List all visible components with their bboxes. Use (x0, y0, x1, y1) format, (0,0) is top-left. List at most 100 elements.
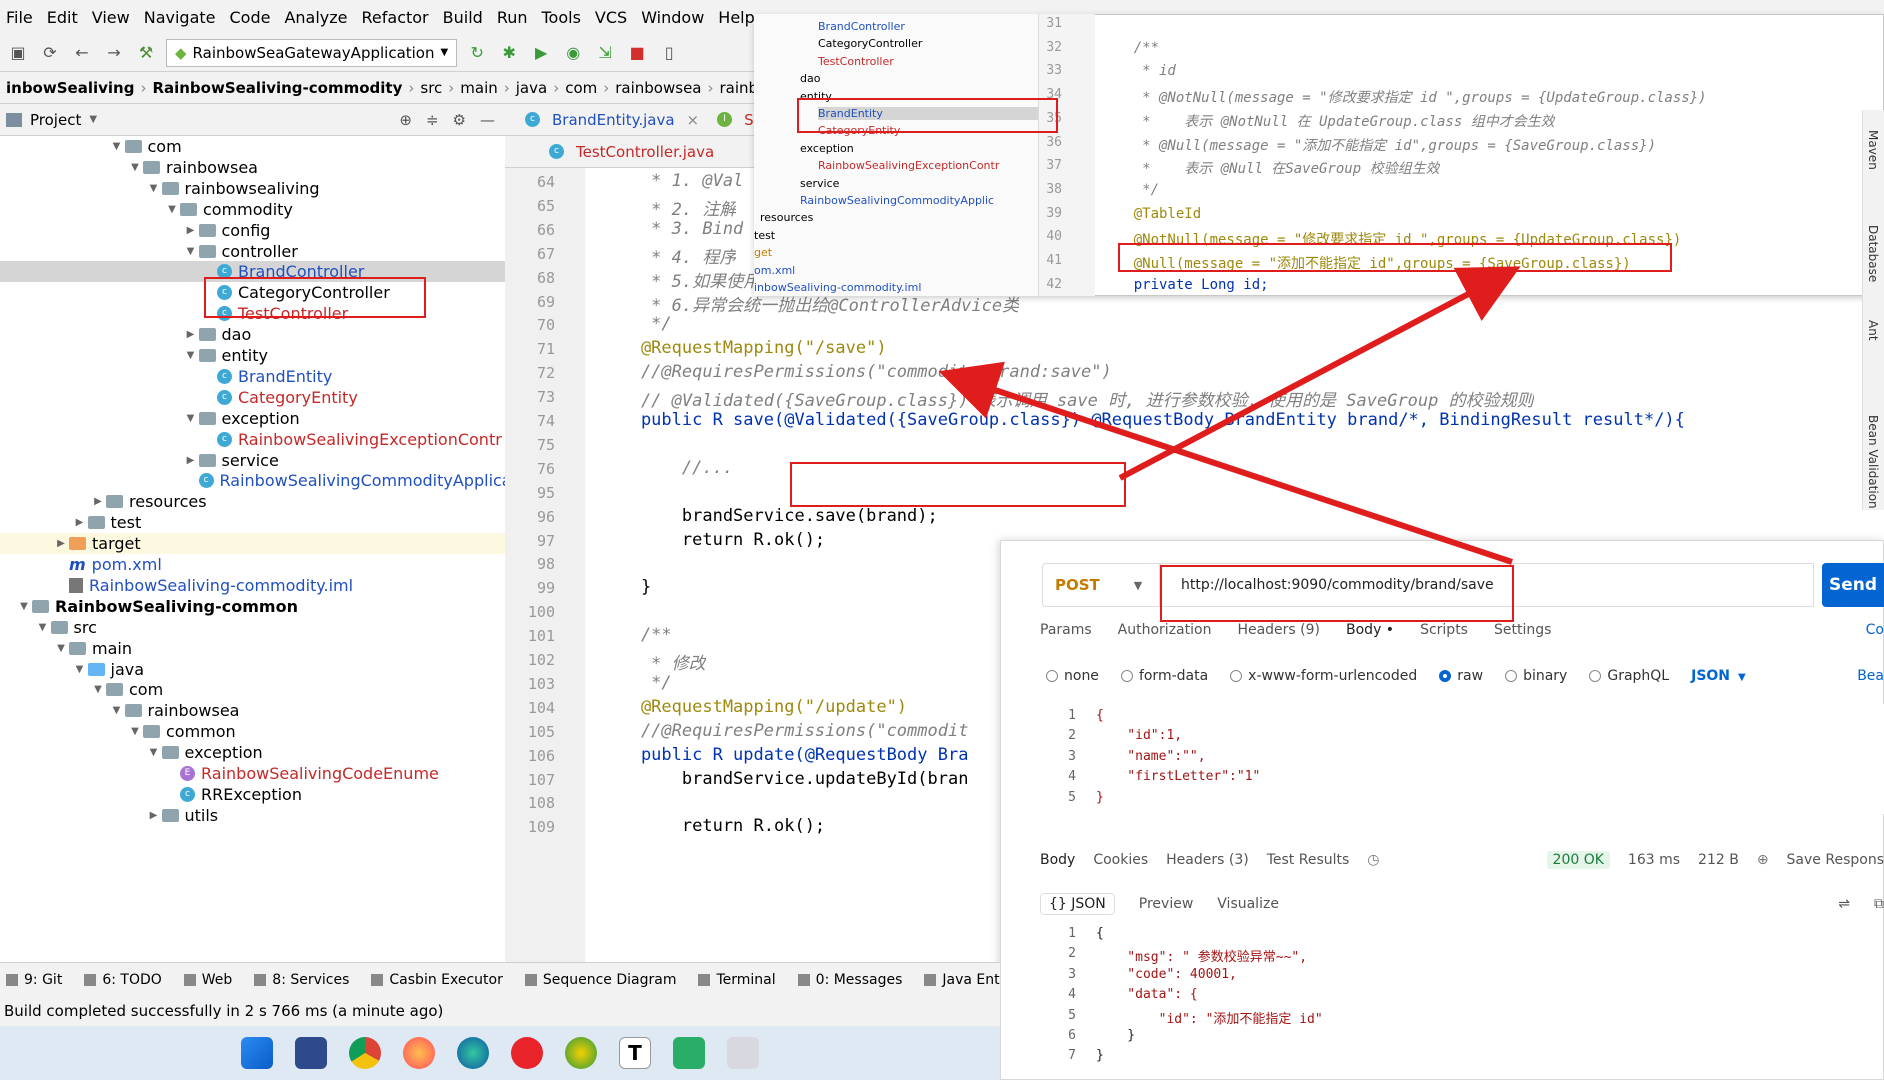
chevron-right-icon[interactable]: ▶ (183, 329, 199, 340)
chevron-down-icon[interactable]: ▼ (183, 350, 199, 361)
tree-item[interactable]: ▼ src (35, 617, 97, 638)
profile-icon[interactable]: ◉ (561, 41, 585, 65)
right-tool-bean-validation[interactable]: Bean Validation (1866, 415, 1880, 509)
tree-item[interactable]: ▼ commodity (164, 199, 293, 220)
breadcrumb-item[interactable]: rainbowsea (609, 79, 707, 97)
chevron-right-icon[interactable]: ▶ (53, 538, 69, 549)
tool-window-button[interactable]: Terminal (698, 972, 776, 988)
tree-item[interactable]: c BrandEntity (201, 366, 332, 387)
response-tab[interactable]: Test Results (1267, 852, 1350, 868)
popup-tree-item[interactable]: RainbowSealivingCommodityApplic (800, 194, 994, 207)
right-tool-maven[interactable]: Maven (1866, 130, 1880, 170)
menu-item-tools[interactable]: Tools (542, 8, 581, 27)
response-view-2[interactable]: Visualize (1217, 896, 1279, 912)
tool-window-button[interactable]: 6: TODO (84, 972, 162, 988)
chevron-down-icon[interactable]: ▼ (109, 705, 125, 716)
weibo-icon[interactable] (511, 1037, 543, 1069)
project-panel-title[interactable]: Project (30, 111, 81, 129)
tab-test-controller[interactable]: c TestController.java (549, 143, 714, 161)
request-tab[interactable]: Settings (1494, 622, 1551, 646)
send-button[interactable]: Send (1822, 563, 1884, 607)
body-type-option[interactable]: raw (1439, 668, 1483, 684)
save-response-button[interactable]: Save Respons (1787, 852, 1884, 868)
body-type-option[interactable]: x-www-form-urlencoded (1230, 668, 1417, 684)
menu-item-refactor[interactable]: Refactor (362, 8, 429, 27)
tree-item[interactable]: ▼ RainbowSealiving-common (16, 596, 298, 617)
minimize-icon[interactable]: — (480, 111, 495, 129)
chevron-down-icon[interactable]: ▼ (35, 622, 51, 633)
tool-window-button[interactable]: Casbin Executor (371, 972, 503, 988)
locate-icon[interactable]: ⊕ (399, 111, 412, 129)
menu-item-code[interactable]: Code (230, 8, 271, 27)
menu-item-file[interactable]: File (6, 8, 33, 27)
tree-item[interactable]: ▼ exception (146, 742, 263, 763)
tree-item[interactable]: ▶ service (183, 450, 279, 471)
chevron-down-icon[interactable]: ▼ (109, 141, 125, 152)
chevron-down-icon[interactable]: ▼ (127, 162, 143, 173)
chevron-right-icon[interactable]: ▶ (72, 517, 88, 528)
response-view-1[interactable]: Preview (1139, 896, 1194, 912)
breadcrumb-item[interactable]: java (510, 79, 553, 97)
tree-item[interactable]: RainbowSealiving-commodity.iml (53, 575, 353, 596)
chevron-down-icon[interactable]: ▼ (183, 246, 199, 257)
tree-item[interactable]: ▶ dao (183, 324, 252, 345)
tree-item[interactable]: ▼ rainbowsea (127, 157, 258, 178)
close-icon[interactable]: × (687, 111, 700, 129)
chevron-right-icon[interactable]: ▶ (183, 225, 199, 236)
tree-item[interactable]: ▶ config (183, 220, 271, 241)
chevron-down-icon[interactable]: ▼ (72, 664, 88, 675)
chevron-down-icon[interactable]: ▼ (90, 684, 106, 695)
tree-item[interactable]: ▶ test (72, 512, 142, 533)
popup-tree-item[interactable]: test (754, 229, 775, 242)
menu-item-analyze[interactable]: Analyze (284, 8, 347, 27)
request-tab[interactable]: Params (1040, 622, 1092, 646)
chevron-down-icon[interactable]: ▼ (53, 643, 69, 654)
tree-item[interactable]: ▶ utils (146, 805, 219, 826)
http-method-select[interactable]: POST ▼ (1042, 563, 1160, 607)
chevron-right-icon[interactable]: ▶ (183, 455, 199, 466)
menu-item-vcs[interactable]: VCS (595, 8, 627, 27)
popup-tree-item[interactable]: BrandController (818, 20, 905, 33)
breadcrumb-item[interactable]: src (414, 79, 448, 97)
chevron-right-icon[interactable]: ▶ (146, 810, 162, 821)
popup-tree-item[interactable]: service (800, 177, 839, 190)
tree-item[interactable]: ▼ exception (183, 408, 300, 429)
chevron-right-icon[interactable]: ▶ (90, 496, 106, 507)
coverage-icon[interactable]: ▶ (529, 41, 553, 65)
body-type-option[interactable]: GraphQL (1589, 668, 1669, 684)
breadcrumb-item[interactable]: RainbowSealiving-commodity (146, 79, 408, 97)
back-icon[interactable]: ← (70, 41, 94, 65)
menu-item-edit[interactable]: Edit (47, 8, 78, 27)
chevron-down-icon[interactable]: ▼ (183, 413, 199, 424)
breadcrumb-item[interactable]: main (454, 79, 503, 97)
right-tool-ant[interactable]: Ant (1866, 320, 1880, 341)
notes-icon[interactable] (727, 1037, 759, 1069)
tool-window-button[interactable]: Web (183, 972, 232, 988)
tree-item[interactable]: ▼ com (109, 136, 182, 157)
tree-item[interactable]: c RRException (164, 784, 302, 805)
rerun-icon[interactable]: ↻ (465, 41, 489, 65)
tree-item[interactable]: ▼ common (127, 721, 236, 742)
menu-item-run[interactable]: Run (497, 8, 528, 27)
menu-item-build[interactable]: Build (443, 8, 483, 27)
tree-item[interactable]: E RainbowSealivingCodeEnume (164, 763, 439, 784)
history-icon[interactable]: ◷ (1367, 852, 1379, 868)
typora-icon[interactable]: T (619, 1037, 651, 1069)
popup-tree-item[interactable]: get (754, 246, 772, 259)
windows-start-icon[interactable] (241, 1037, 273, 1069)
tool-window-button[interactable]: 0: Messages (797, 972, 902, 988)
request-tab[interactable]: Body • (1346, 622, 1394, 646)
save-icon[interactable]: ▣ (6, 41, 30, 65)
tree-item[interactable]: c RainbowSealivingCommodityApplica (183, 470, 505, 491)
body-type-option[interactable]: form-data (1120, 668, 1208, 684)
chevron-down-icon[interactable]: ▼ (146, 183, 162, 194)
build-icon[interactable]: ⚒ (134, 41, 158, 65)
chrome-icon[interactable] (349, 1037, 381, 1069)
request-tab[interactable]: Authorization (1118, 622, 1212, 646)
tree-item[interactable]: ▼ main (53, 638, 132, 659)
edge-icon[interactable] (457, 1037, 489, 1069)
debug-icon[interactable]: ✱ (497, 41, 521, 65)
tool-window-button[interactable]: Java Enterp (924, 972, 1000, 988)
device-icon[interactable]: ▯ (657, 41, 681, 65)
request-tab[interactable]: Headers (9) (1237, 622, 1320, 646)
